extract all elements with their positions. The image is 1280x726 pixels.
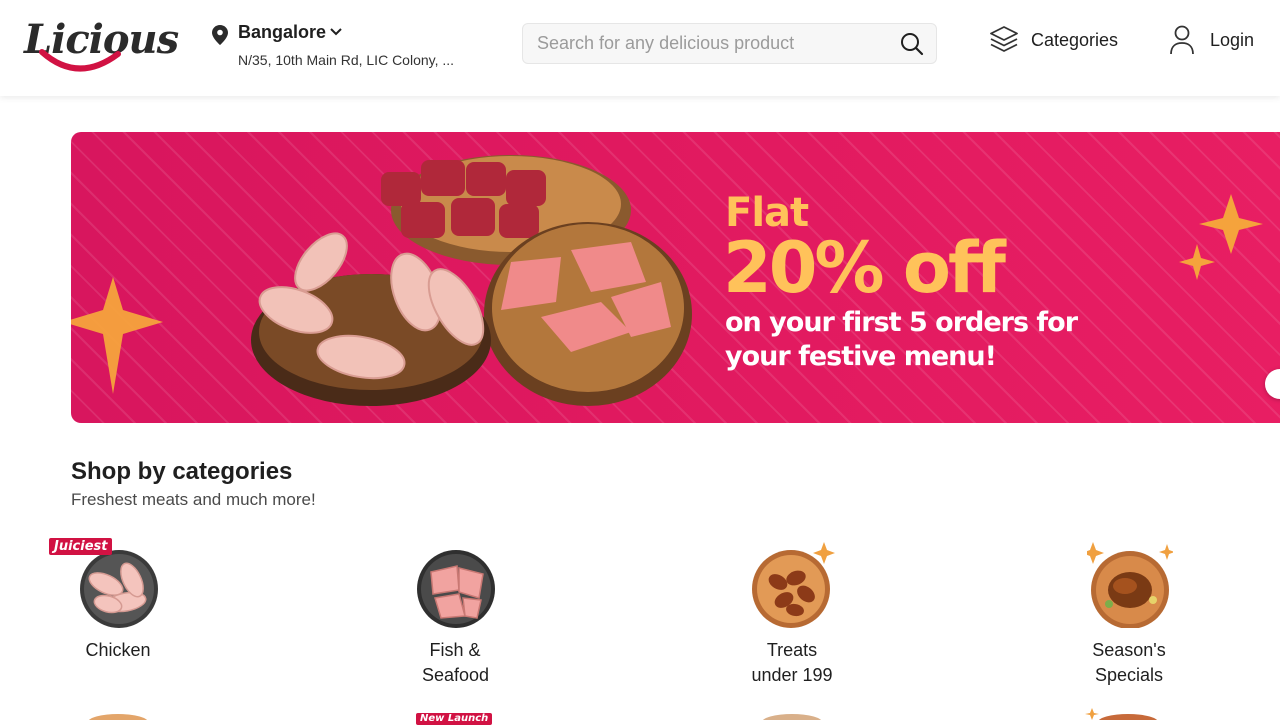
banner-offer-text: on your first 5 orders for your festive … [725, 307, 1078, 372]
next-row-thumbnails [88, 708, 1158, 720]
category-name: Fish & Seafood [422, 640, 490, 685]
category-chicken[interactable]: Juiciest Chicken [43, 538, 193, 688]
category-name: Chicken [85, 640, 151, 660]
category-name: Treats under 199 [751, 640, 833, 685]
layers-icon [990, 26, 1018, 52]
logo-smile-icon [39, 49, 121, 72]
user-icon [1170, 25, 1194, 55]
section-subtitle: Freshest meats and much more! [71, 490, 316, 509]
category-seasons-specials[interactable]: Season's Specials [1054, 538, 1204, 688]
category-fish-seafood[interactable]: Fish & Seafood [380, 538, 530, 688]
categories-label: Categories [1031, 30, 1119, 50]
location-city: Bangalore [238, 22, 327, 42]
licious-logo[interactable]: Licious [24, 10, 179, 74]
category-name: Season's Specials [1092, 640, 1166, 685]
search-bar [522, 23, 937, 64]
search-icon[interactable] [900, 32, 924, 56]
site-header: Licious Bangalore N/35, 10th Main Rd, LI… [0, 0, 1280, 96]
login-button[interactable]: Login [1168, 24, 1263, 58]
promo-banner[interactable]: Flat 20% off on your first 5 orders for … [71, 132, 1280, 423]
login-label: Login [1210, 30, 1255, 50]
treats-image [752, 542, 835, 628]
seasons-specials-image [1087, 542, 1173, 628]
location-address: N/35, 10th Main Rd, LIC Colony, ... [238, 52, 455, 68]
category-treats-under-199[interactable]: Treats under 199 [717, 538, 867, 688]
fish-image [417, 550, 495, 628]
chevron-down-icon [330, 28, 342, 36]
banner-meat-illustration [71, 155, 1263, 406]
location-selector[interactable]: Bangalore N/35, 10th Main Rd, LIC Colony… [212, 22, 492, 74]
section-title: Shop by categories [71, 458, 293, 485]
banner-discount-text: 20% off [723, 227, 1006, 309]
search-input[interactable] [537, 24, 887, 63]
location-pin-icon [212, 25, 228, 45]
categories-button[interactable]: Categories [989, 24, 1124, 58]
juiciest-badge: Juiciest [49, 538, 113, 555]
